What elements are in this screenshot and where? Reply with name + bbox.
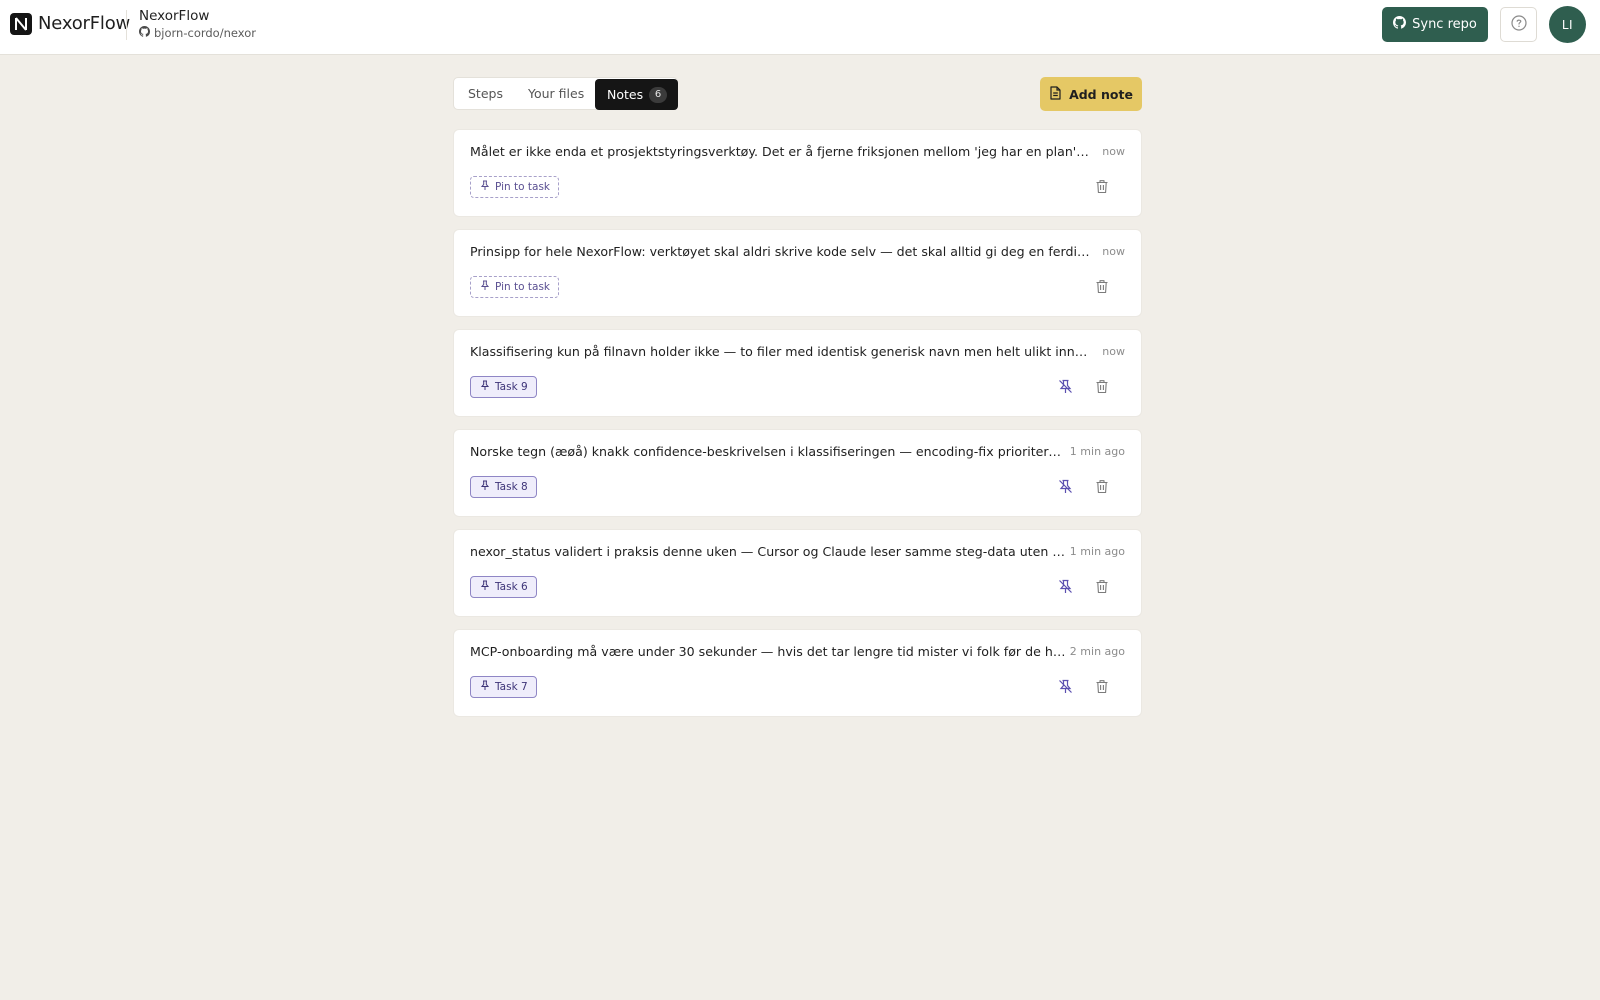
- unpin-button[interactable]: [1055, 578, 1075, 598]
- github-icon: [1393, 16, 1407, 33]
- note-timestamp: 2 min ago: [1069, 645, 1125, 658]
- github-icon: [139, 26, 150, 41]
- tab-notes[interactable]: Notes 6: [595, 79, 678, 110]
- header-divider: [126, 10, 127, 40]
- tab-your-files[interactable]: Your files: [528, 78, 584, 109]
- note-timestamp: 1 min ago: [1069, 445, 1125, 458]
- trash-icon: [1095, 379, 1109, 398]
- tab-notes-label: Notes: [607, 87, 644, 102]
- note-text: Klassifisering kun på filnavn holder ikk…: [470, 344, 1090, 359]
- pinned-task-chip[interactable]: Task 8: [470, 476, 537, 498]
- note-text: nexor_status validert i praksis denne uk…: [470, 544, 1066, 559]
- pin-to-task-button[interactable]: Pin to task: [470, 276, 559, 298]
- task-label: Task 8: [495, 481, 528, 493]
- delete-note-button[interactable]: [1092, 178, 1112, 198]
- pin-icon: [480, 480, 490, 494]
- project-name: NexorFlow: [139, 8, 210, 24]
- note-card[interactable]: Prinsipp for hele NexorFlow: verktøyet s…: [453, 229, 1142, 317]
- app-name[interactable]: NexorFlow: [38, 13, 130, 35]
- note-card[interactable]: nexor_status validert i praksis denne uk…: [453, 529, 1142, 617]
- notes-list: Målet er ikke enda et prosjektstyringsve…: [453, 129, 1142, 729]
- pin-to-task-button[interactable]: Pin to task: [470, 176, 559, 198]
- view-tabs: Steps Your files Notes 6: [453, 77, 678, 110]
- delete-note-button[interactable]: [1092, 378, 1112, 398]
- unpin-button[interactable]: [1055, 478, 1075, 498]
- note-timestamp: now: [1102, 145, 1125, 158]
- top-bar: NexorFlow NexorFlow bjorn-cordo/nexor Sy…: [0, 0, 1600, 55]
- unpin-icon: [1058, 679, 1073, 698]
- pinned-task-chip[interactable]: Task 9: [470, 376, 537, 398]
- note-icon: [1049, 85, 1062, 103]
- pin-icon: [480, 380, 490, 394]
- trash-icon: [1095, 279, 1109, 298]
- pinned-task-chip[interactable]: Task 6: [470, 576, 537, 598]
- pin-icon: [480, 180, 490, 194]
- trash-icon: [1095, 679, 1109, 698]
- trash-icon: [1095, 179, 1109, 198]
- repo-link[interactable]: bjorn-cordo/nexor: [139, 26, 256, 41]
- tab-steps[interactable]: Steps: [468, 78, 503, 109]
- help-icon: [1510, 14, 1527, 35]
- unpin-button[interactable]: [1055, 378, 1075, 398]
- logo-icon[interactable]: [10, 13, 32, 35]
- pin-icon: [480, 580, 490, 594]
- unpin-icon: [1058, 379, 1073, 398]
- unpin-button[interactable]: [1055, 678, 1075, 698]
- note-text: Prinsipp for hele NexorFlow: verktøyet s…: [470, 244, 1090, 259]
- note-card[interactable]: Klassifisering kun på filnavn holder ikk…: [453, 329, 1142, 417]
- add-note-button[interactable]: Add note: [1040, 77, 1142, 111]
- note-timestamp: now: [1102, 345, 1125, 358]
- delete-note-button[interactable]: [1092, 478, 1112, 498]
- add-note-label: Add note: [1069, 86, 1133, 102]
- sync-repo-button[interactable]: Sync repo: [1382, 7, 1488, 42]
- task-label: Task 6: [495, 581, 528, 593]
- delete-note-button[interactable]: [1092, 578, 1112, 598]
- note-text: MCP-onboarding må være under 30 sekunder…: [470, 644, 1066, 659]
- pin-label: Pin to task: [495, 281, 550, 293]
- pinned-task-chip[interactable]: Task 7: [470, 676, 537, 698]
- note-timestamp: 1 min ago: [1069, 545, 1125, 558]
- pin-label: Pin to task: [495, 181, 550, 193]
- note-text: Norske tegn (æøå) knakk confidence-beskr…: [470, 444, 1066, 459]
- help-button[interactable]: [1500, 7, 1537, 42]
- note-timestamp: now: [1102, 245, 1125, 258]
- pin-icon: [480, 280, 490, 294]
- repo-name: bjorn-cordo/nexor: [154, 26, 256, 40]
- avatar[interactable]: LI: [1549, 6, 1586, 43]
- unpin-icon: [1058, 479, 1073, 498]
- pin-icon: [480, 680, 490, 694]
- notes-count-badge: 6: [649, 86, 668, 103]
- note-text: Målet er ikke enda et prosjektstyringsve…: [470, 144, 1090, 159]
- unpin-icon: [1058, 579, 1073, 598]
- note-card[interactable]: Målet er ikke enda et prosjektstyringsve…: [453, 129, 1142, 217]
- trash-icon: [1095, 579, 1109, 598]
- note-card[interactable]: MCP-onboarding må være under 30 sekunder…: [453, 629, 1142, 717]
- sync-repo-label: Sync repo: [1412, 17, 1477, 32]
- delete-note-button[interactable]: [1092, 278, 1112, 298]
- note-card[interactable]: Norske tegn (æøå) knakk confidence-beskr…: [453, 429, 1142, 517]
- delete-note-button[interactable]: [1092, 678, 1112, 698]
- trash-icon: [1095, 479, 1109, 498]
- task-label: Task 7: [495, 681, 528, 693]
- task-label: Task 9: [495, 381, 528, 393]
